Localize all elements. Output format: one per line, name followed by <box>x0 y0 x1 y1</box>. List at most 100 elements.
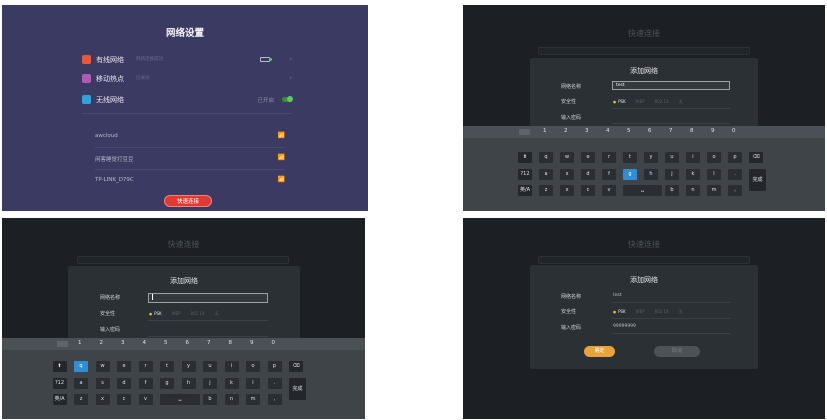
key-1[interactable]: 1 <box>78 340 82 346</box>
key-u[interactable]: u <box>665 152 679 163</box>
cancel-button[interactable]: 取消 <box>654 346 700 357</box>
key-n[interactable]: n <box>686 185 700 196</box>
key-g[interactable]: g <box>623 169 637 180</box>
key-h[interactable]: h <box>181 378 196 389</box>
key-8[interactable]: 8 <box>690 128 694 134</box>
key-l[interactable]: l <box>246 378 260 389</box>
key-s[interactable]: s <box>95 378 110 389</box>
key-9[interactable]: 9 <box>711 128 715 134</box>
shift-key[interactable]: ⬆ <box>52 361 67 372</box>
key-d[interactable]: d <box>581 169 595 180</box>
key-d[interactable]: d <box>117 378 131 389</box>
language-key[interactable]: 英/A <box>52 394 67 405</box>
space-key[interactable]: ␣ <box>623 185 662 196</box>
hotspot-row[interactable]: 移动热点 已关闭 › <box>82 72 292 86</box>
key-p[interactable]: p <box>728 152 742 163</box>
backspace-key[interactable]: ⌫ <box>289 361 303 372</box>
key-p[interactable]: p <box>267 361 282 372</box>
security-options[interactable]: PSKWEP802.1X无 <box>149 311 219 317</box>
network-name-input[interactable] <box>148 293 268 303</box>
key-3[interactable]: 3 <box>121 340 125 346</box>
wireless-toggle[interactable] <box>282 96 293 102</box>
key-9[interactable]: 9 <box>250 340 254 346</box>
key-i[interactable]: i <box>224 361 239 372</box>
symbols-key[interactable]: ?12 <box>518 169 532 180</box>
key-4[interactable]: 4 <box>606 128 610 134</box>
key-r[interactable]: r <box>138 361 153 372</box>
key-period[interactable]: . <box>267 378 282 389</box>
key-3[interactable]: 3 <box>585 128 589 134</box>
wireless-network-row[interactable]: 无线网络 已开启 <box>82 93 293 107</box>
key-o[interactable]: o <box>246 361 260 372</box>
key-x[interactable]: x <box>560 185 574 196</box>
key-comma[interactable]: , <box>267 394 282 405</box>
key-k[interactable]: k <box>224 378 239 389</box>
key-a[interactable]: a <box>539 169 553 180</box>
key-f[interactable]: f <box>602 169 616 180</box>
key-q[interactable]: q <box>539 152 553 163</box>
key-8[interactable]: 8 <box>229 340 233 346</box>
done-key[interactable]: 完成 <box>749 169 766 191</box>
wifi-network-item[interactable]: TP-LINK_D79C 📶 <box>95 176 285 186</box>
key-i[interactable]: i <box>686 152 700 163</box>
key-e[interactable]: e <box>581 152 595 163</box>
key-7[interactable]: 7 <box>669 128 673 134</box>
key-b[interactable]: b <box>203 394 217 405</box>
key-r[interactable]: r <box>602 152 616 163</box>
language-key[interactable]: 英/A <box>518 185 532 196</box>
quick-connect-button[interactable]: 快速连接 <box>164 195 212 207</box>
key-4[interactable]: 4 <box>143 340 147 346</box>
key-m[interactable]: m <box>707 185 721 196</box>
key-2[interactable]: 2 <box>564 128 568 134</box>
key-y[interactable]: y <box>644 152 658 163</box>
key-v[interactable]: v <box>138 394 153 405</box>
key-b[interactable]: b <box>665 185 679 196</box>
key-j[interactable]: j <box>665 169 679 180</box>
key-j[interactable]: j <box>203 378 217 389</box>
password-input[interactable]: 99999999 <box>613 323 731 332</box>
key-5[interactable]: 5 <box>164 340 168 346</box>
key-l[interactable]: l <box>707 169 721 180</box>
wired-network-row[interactable]: 有线网络 网络连接成功 › <box>82 53 292 67</box>
key-c[interactable]: c <box>117 394 131 405</box>
key-a[interactable]: a <box>74 378 88 389</box>
key-6[interactable]: 6 <box>186 340 190 346</box>
key-0[interactable]: 0 <box>732 128 736 134</box>
wifi-network-item[interactable]: 闲客睡觉打豆豆 📶 <box>95 154 285 164</box>
wifi-network-item[interactable]: awcloud 📶 <box>95 132 285 142</box>
security-options[interactable]: PSKWEP802.1X无 <box>613 99 683 105</box>
key-f[interactable]: f <box>138 378 153 389</box>
backspace-key[interactable]: ⌫ <box>749 152 763 163</box>
key-n[interactable]: n <box>224 394 239 405</box>
confirm-button[interactable]: 确定 <box>584 346 615 357</box>
key-7[interactable]: 7 <box>207 340 211 346</box>
key-q[interactable]: q <box>74 361 88 372</box>
network-name-input[interactable]: test <box>613 292 731 301</box>
key-z[interactable]: z <box>539 185 553 196</box>
key-e[interactable]: e <box>117 361 131 372</box>
key-w[interactable]: w <box>95 361 110 372</box>
key-k[interactable]: k <box>686 169 700 180</box>
key-2[interactable]: 2 <box>100 340 104 346</box>
keyboard-collapse-icon[interactable] <box>519 129 530 135</box>
keyboard-collapse-icon[interactable] <box>57 341 68 347</box>
key-comma[interactable]: , <box>728 185 742 196</box>
key-u[interactable]: u <box>203 361 217 372</box>
key-o[interactable]: o <box>707 152 721 163</box>
key-0[interactable]: 0 <box>272 340 276 346</box>
key-y[interactable]: y <box>181 361 196 372</box>
key-s[interactable]: s <box>560 169 574 180</box>
key-w[interactable]: w <box>560 152 574 163</box>
key-g[interactable]: g <box>160 378 174 389</box>
security-options[interactable]: PSKWEP802.1X无 <box>613 309 683 315</box>
key-period[interactable]: . <box>728 169 742 180</box>
network-name-input[interactable]: test <box>612 81 730 90</box>
key-v[interactable]: v <box>602 185 616 196</box>
key-z[interactable]: z <box>74 394 88 405</box>
key-h[interactable]: h <box>644 169 658 180</box>
key-t[interactable]: t <box>623 152 637 163</box>
space-key[interactable]: ␣ <box>160 394 200 405</box>
done-key[interactable]: 完成 <box>289 378 306 400</box>
shift-key[interactable]: ⬆ <box>518 152 532 163</box>
key-5[interactable]: 5 <box>627 128 631 134</box>
